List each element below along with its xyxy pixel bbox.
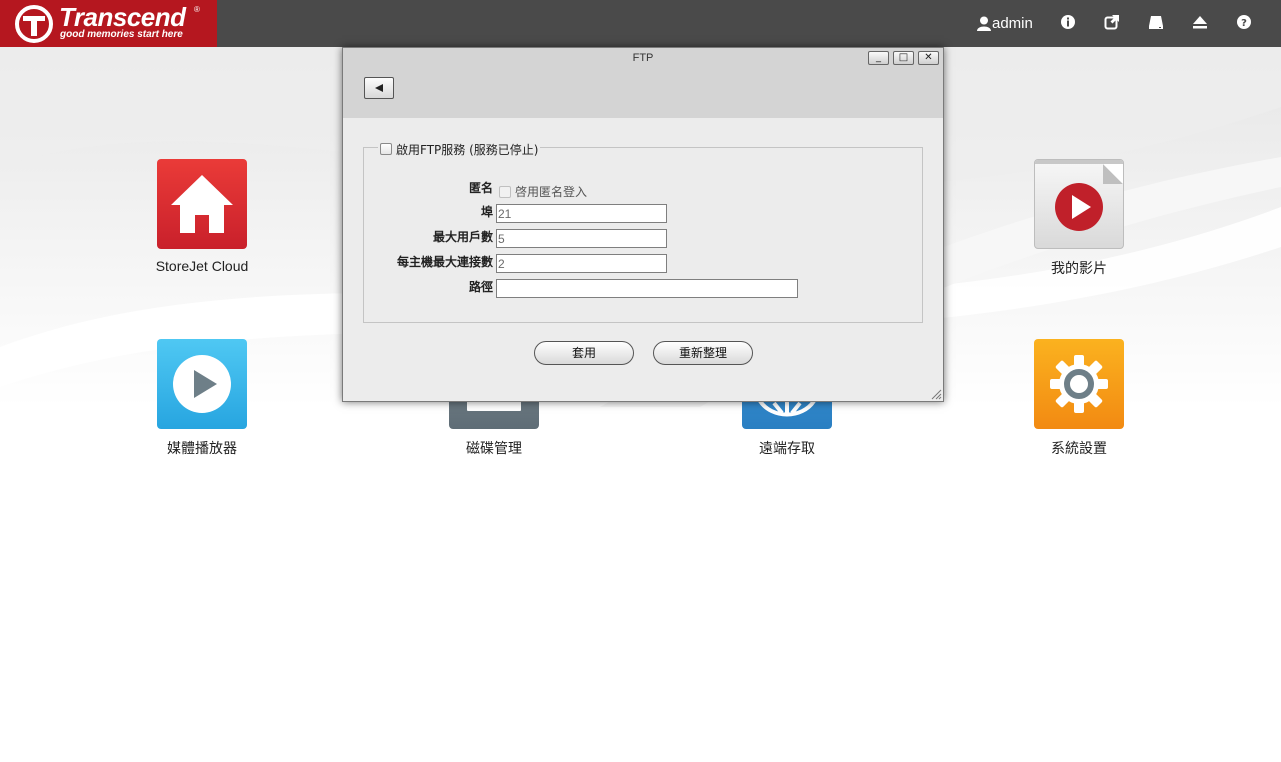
transcend-logo-icon [15,5,53,43]
user-name: admin [992,14,1033,32]
app-label: 媒體播放器 [167,440,237,456]
eject-icon[interactable] [1191,13,1209,31]
brand-registered-mark: ® [194,5,200,14]
video-icon [1034,159,1124,249]
app-storejet-cloud[interactable]: StoreJet Cloud [142,159,262,274]
app-label: 遠端存取 [759,440,815,456]
app-label: 系統設置 [1051,440,1107,456]
app-label: StoreJet Cloud [155,258,249,274]
app-media-player[interactable]: 媒體播放器 [142,339,262,458]
help-icon[interactable]: ? [1235,13,1253,31]
svg-text:?: ? [1241,18,1247,29]
gear-icon [1034,339,1124,429]
brand-tagline: good memories start here [60,29,183,40]
info-icon[interactable] [1059,13,1077,31]
back-arrow-icon [375,84,383,92]
app-label: 磁碟管理 [466,440,522,456]
max-connections-label: 每主機最大連接數 [396,255,493,269]
anonymous-label: 匿名 [468,181,493,195]
enable-ftp-checkbox[interactable] [380,143,392,155]
anonymous-login-label: 啓用匿名登入 [515,185,588,199]
max-users-label: 最大用戶數 [432,230,493,244]
external-link-icon[interactable] [1103,13,1121,31]
close-button[interactable]: ✕ [918,51,939,65]
drive-icon[interactable] [1147,13,1165,31]
dialog-header[interactable]: FTP _ □ ✕ [343,48,943,118]
refresh-button[interactable]: 重新整理 [653,341,753,365]
dialog-title: FTP [632,52,654,64]
ftp-dialog: FTP _ □ ✕ 啟用FTP服務 (服務已停止) 匿名 啓用匿名登入 埠 21… [342,47,944,402]
path-input[interactable] [496,279,798,298]
enable-ftp-option[interactable]: 啟用FTP服務 (服務已停止) [378,140,541,158]
app-my-videos[interactable]: 我的影片 [1019,159,1139,278]
home-icon [157,159,247,249]
enable-ftp-label: 啟用FTP服務 (服務已停止) [396,142,539,157]
app-system-settings[interactable]: 系統設置 [1019,339,1139,458]
user-menu[interactable]: admin [977,12,1033,34]
maximize-button[interactable]: □ [893,51,914,65]
app-label: 我的影片 [1051,260,1107,276]
anonymous-login-checkbox[interactable] [499,185,511,198]
minimize-button[interactable]: _ [868,51,889,65]
user-icon [977,16,991,31]
resize-grip-icon[interactable] [931,389,942,400]
brand-logo[interactable]: Transcend ® good memories start here [0,0,217,47]
anonymous-login-option: 啓用匿名登入 [499,183,587,200]
top-bar: Transcend ® good memories start here adm… [0,0,1281,47]
apply-button[interactable]: 套用 [534,341,634,365]
max-connections-input[interactable]: 2 [496,254,667,273]
port-label: 埠 [480,205,493,219]
back-button[interactable] [364,77,394,99]
play-icon [157,339,247,429]
path-label: 路徑 [468,280,493,294]
port-input[interactable]: 21 [496,204,667,223]
max-users-input[interactable]: 5 [496,229,667,248]
